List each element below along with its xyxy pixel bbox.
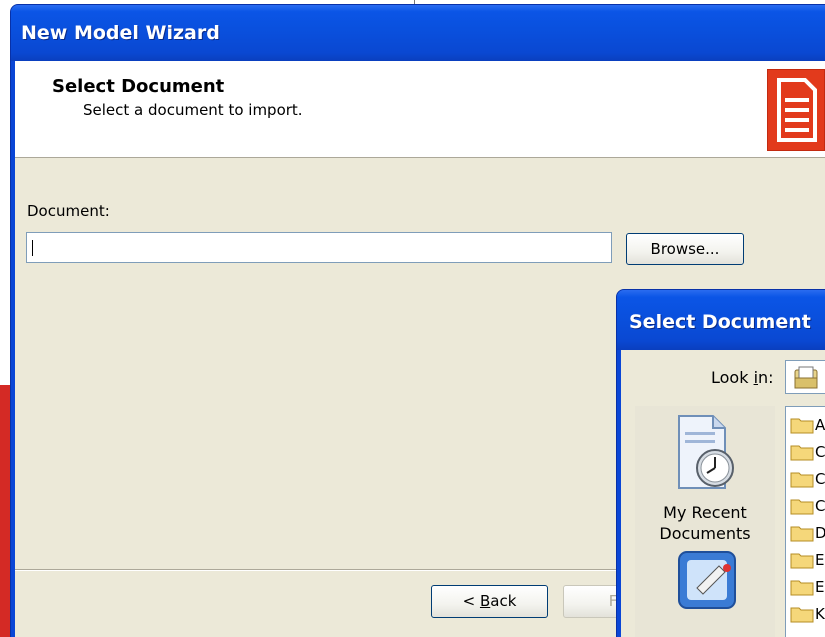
folder-icon — [790, 472, 814, 487]
list-item[interactable]: E — [790, 548, 825, 572]
list-item[interactable]: A — [790, 413, 825, 437]
folder-icon — [790, 607, 814, 622]
document-icon — [767, 69, 825, 151]
list-item[interactable]: C — [790, 494, 825, 518]
back-button[interactable]: < Back — [431, 585, 548, 618]
list-item[interactable]: C — [790, 440, 825, 464]
browse-button[interactable]: Browse... — [626, 233, 744, 265]
dialog-title: Select Document — [629, 311, 811, 333]
folder-icon — [790, 553, 814, 568]
list-item[interactable]: D — [790, 521, 825, 545]
file-list[interactable]: A C C C D E E K — [785, 406, 825, 637]
folder-icon — [790, 526, 814, 541]
page-title: Select Document — [52, 76, 225, 97]
document-label: Document: — [27, 202, 110, 220]
list-item[interactable]: K — [790, 602, 825, 626]
wizard-title: New Model Wizard — [21, 22, 220, 44]
folder-icon — [790, 499, 814, 514]
look-in-dropdown[interactable] — [785, 360, 825, 394]
folder-icon — [790, 445, 814, 460]
wizard-header: Select Document Select a document to imp… — [15, 61, 825, 158]
text-caret — [32, 240, 33, 256]
list-item[interactable]: E — [790, 575, 825, 599]
select-document-dialog: Select Document Look in: My Recent Docum… — [616, 289, 825, 637]
drive-icon — [794, 366, 818, 389]
desktop-icon — [678, 551, 736, 609]
list-item[interactable]: C — [790, 467, 825, 491]
places-bar: My Recent Documents — [635, 406, 775, 637]
places-recent-documents[interactable]: My Recent Documents — [635, 406, 775, 546]
dialog-titlebar[interactable]: Select Document — [617, 290, 825, 350]
folder-icon — [790, 418, 814, 433]
places-recent-label: My Recent Documents — [659, 503, 751, 543]
folder-icon — [790, 580, 814, 595]
wizard-titlebar[interactable]: New Model Wizard — [11, 5, 825, 61]
places-desktop[interactable] — [635, 548, 775, 637]
dialog-client-area: Look in: My Recent Documents A C C C D E… — [621, 350, 825, 637]
document-input[interactable] — [26, 232, 612, 263]
page-subtitle: Select a document to import. — [83, 101, 303, 119]
look-in-label: Look in: — [711, 368, 774, 387]
recent-documents-icon — [678, 415, 734, 489]
